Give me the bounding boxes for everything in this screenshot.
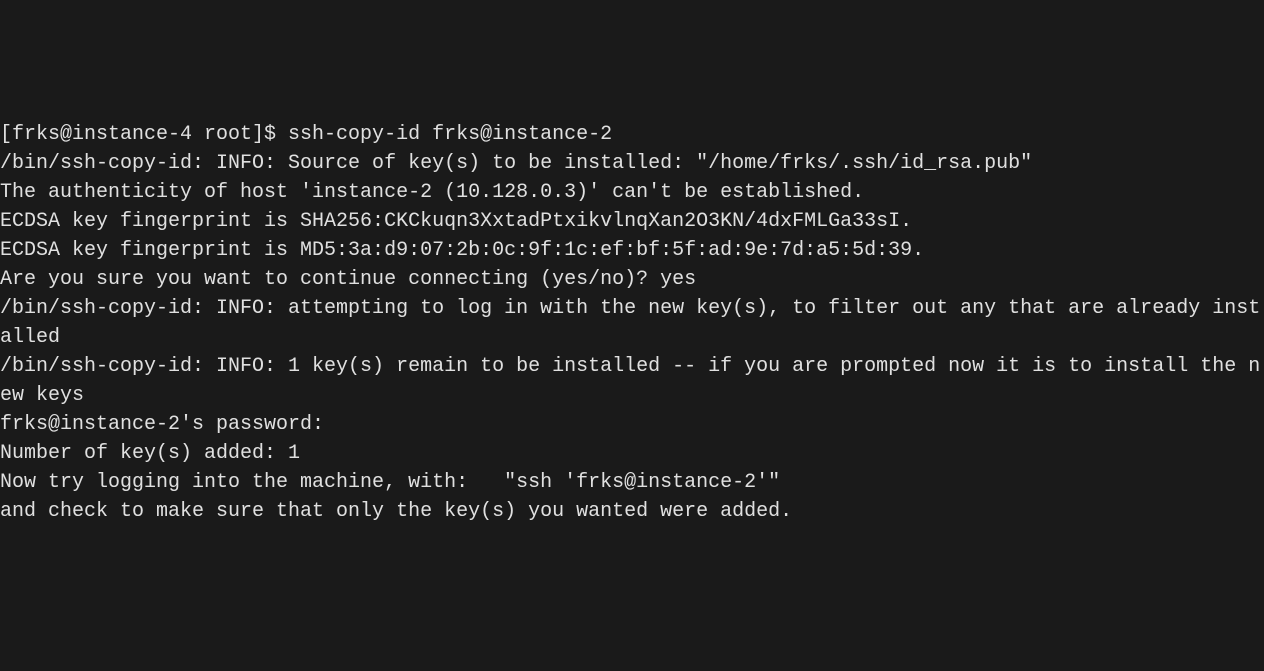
- shell-prompt: [frks@instance-4 root]$: [0, 123, 288, 146]
- terminal-output[interactable]: [frks@instance-4 root]$ ssh-copy-id frks…: [0, 120, 1264, 526]
- output-line: Now try logging into the machine, with: …: [0, 468, 1264, 497]
- command-line: [frks@instance-4 root]$ ssh-copy-id frks…: [0, 120, 1264, 149]
- output-line: /bin/ssh-copy-id: INFO: 1 key(s) remain …: [0, 352, 1264, 410]
- output-line: /bin/ssh-copy-id: INFO: attempting to lo…: [0, 294, 1264, 352]
- output-line: Are you sure you want to continue connec…: [0, 265, 1264, 294]
- output-line: The authenticity of host 'instance-2 (10…: [0, 178, 1264, 207]
- output-line: frks@instance-2's password:: [0, 410, 1264, 439]
- output-line: ECDSA key fingerprint is SHA256:CKCkuqn3…: [0, 207, 1264, 236]
- output-line: Number of key(s) added: 1: [0, 439, 1264, 468]
- output-line: ECDSA key fingerprint is MD5:3a:d9:07:2b…: [0, 236, 1264, 265]
- output-line: and check to make sure that only the key…: [0, 497, 1264, 526]
- shell-command: ssh-copy-id frks@instance-2: [288, 123, 612, 146]
- output-line: /bin/ssh-copy-id: INFO: Source of key(s)…: [0, 149, 1264, 178]
